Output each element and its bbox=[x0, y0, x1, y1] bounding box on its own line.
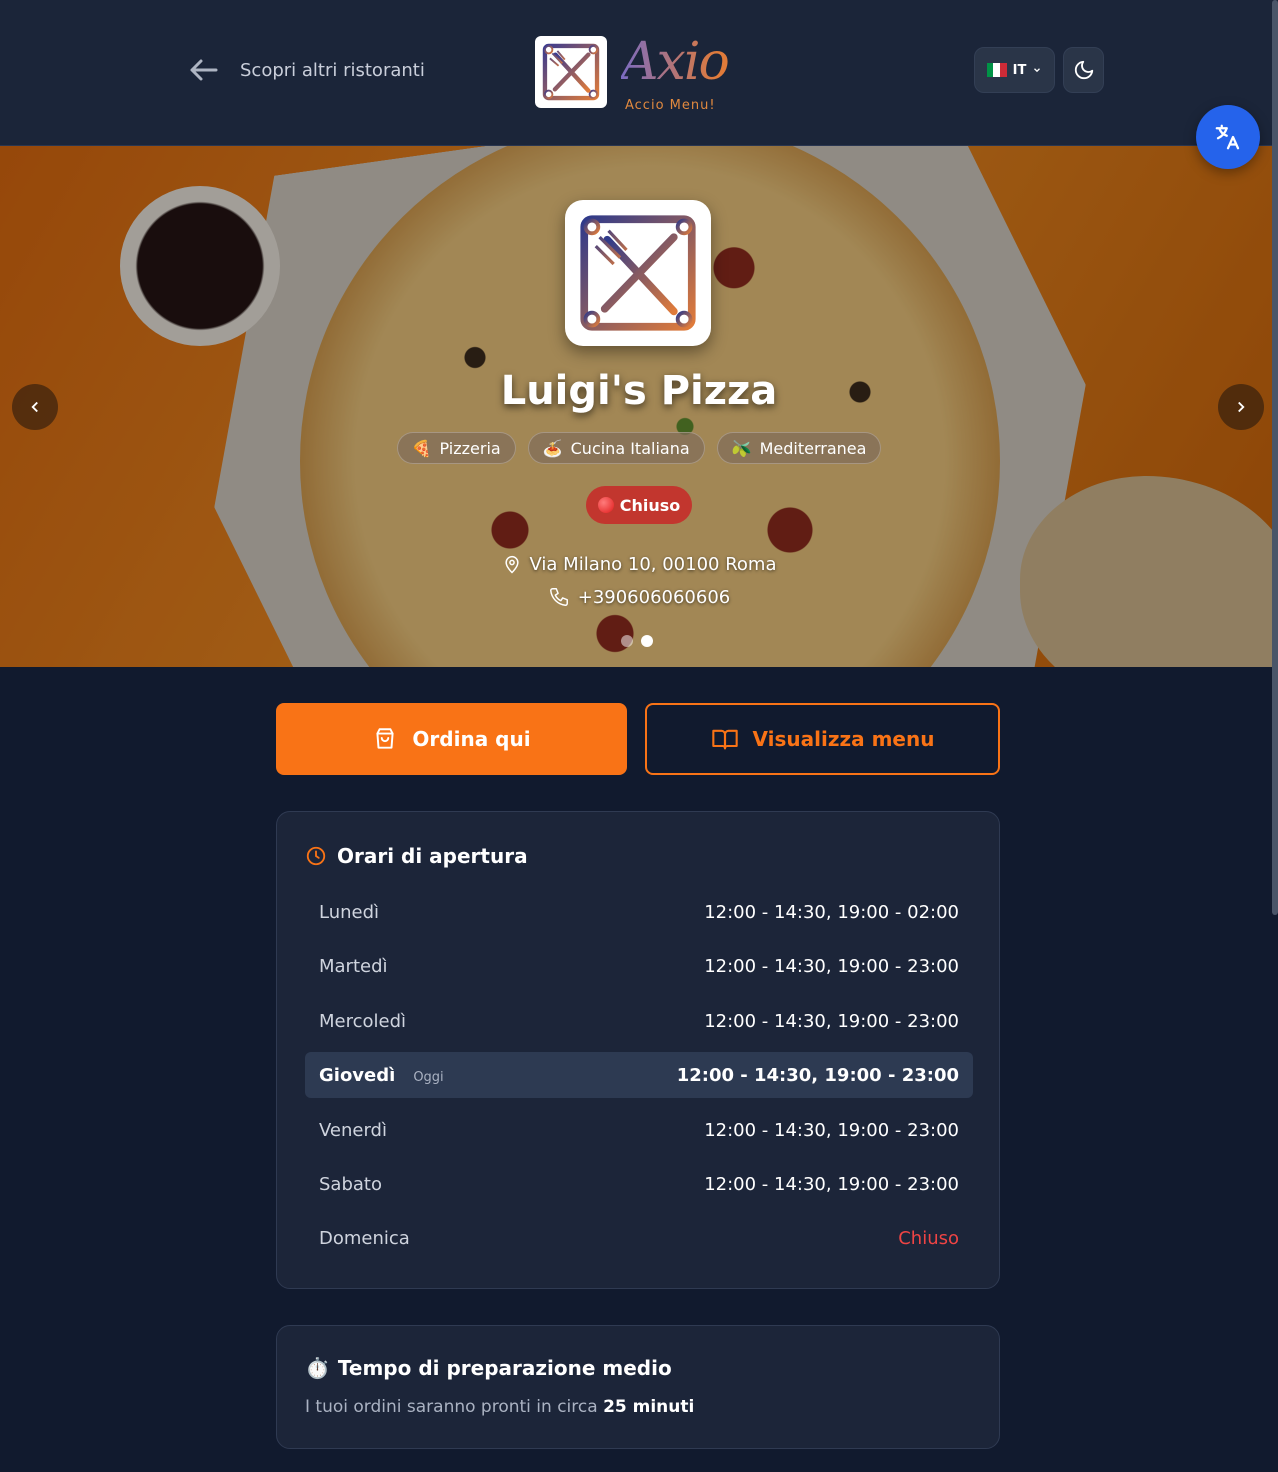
moon-icon bbox=[1074, 60, 1093, 80]
closed-label: Chiuso bbox=[898, 1227, 959, 1249]
translate-button[interactable] bbox=[1196, 105, 1260, 169]
language-code: IT bbox=[1012, 62, 1027, 78]
preparation-time-value: 25 minuti bbox=[603, 1397, 695, 1417]
carousel-indicators bbox=[621, 635, 653, 647]
preparation-time-text: I tuoi ordini saranno pronti in circa 25… bbox=[305, 1397, 695, 1417]
page-scrollbar[interactable] bbox=[1272, 0, 1278, 915]
brand-name: Axio bbox=[621, 32, 730, 92]
phone-icon bbox=[549, 588, 568, 606]
today-label: Oggi bbox=[413, 1069, 444, 1085]
tag-pizzeria: 🍕 Pizzeria bbox=[396, 432, 516, 464]
restaurant-name: Luigi's Pizza bbox=[500, 368, 778, 414]
back-link-label: Scopri altri ristoranti bbox=[240, 59, 425, 81]
hours-row-today: Giovedì Oggi 12:00 - 14:30, 19:00 - 23:0… bbox=[305, 1052, 973, 1098]
carousel-dot-2[interactable] bbox=[641, 635, 653, 647]
brand-tagline: Accio Menu! bbox=[625, 98, 716, 113]
hours-row: Venerdì 12:00 - 14:30, 19:00 - 23:00 bbox=[319, 1119, 959, 1141]
opening-hours-card: Orari di apertura Lunedì 12:00 - 14:30, … bbox=[276, 811, 1000, 1289]
hours-row: Lunedì 12:00 - 14:30, 19:00 - 02:00 bbox=[319, 901, 959, 923]
map-pin-icon bbox=[504, 555, 519, 574]
olive-icon: 🫒 bbox=[731, 438, 752, 458]
hours-row: Martedì 12:00 - 14:30, 19:00 - 23:00 bbox=[319, 955, 959, 977]
stopwatch-icon: ⏱️ bbox=[305, 1356, 330, 1380]
translate-icon bbox=[1215, 124, 1240, 150]
preparation-time-title: ⏱️ Tempo di preparazione medio bbox=[305, 1356, 672, 1380]
italy-flag-icon bbox=[986, 63, 1007, 77]
chevron-down-icon bbox=[1034, 68, 1041, 73]
spaghetti-icon: 🍝 bbox=[542, 438, 563, 458]
restaurant-phone[interactable]: +390606060606 bbox=[0, 586, 1278, 608]
brand-logo-link[interactable]: Axio Accio Menu! bbox=[535, 32, 731, 113]
order-here-button[interactable]: Ordina qui bbox=[276, 703, 627, 775]
view-menu-button[interactable]: Visualizza menu bbox=[645, 703, 1000, 775]
restaurant-address[interactable]: Via Milano 10, 00100 Roma bbox=[0, 554, 1278, 575]
arrow-left-icon bbox=[190, 59, 218, 81]
brand-logo-icon bbox=[535, 36, 607, 108]
red-circle-icon bbox=[597, 497, 614, 513]
carousel-dot-1[interactable] bbox=[621, 635, 633, 647]
book-open-icon bbox=[711, 729, 738, 750]
language-selector[interactable]: IT bbox=[974, 47, 1055, 93]
theme-toggle-button[interactable] bbox=[1063, 47, 1104, 93]
hours-row: Sabato 12:00 - 14:30, 19:00 - 23:00 bbox=[319, 1173, 959, 1195]
opening-hours-title: Orari di apertura bbox=[305, 844, 528, 868]
tag-cucina-italiana: 🍝 Cucina Italiana bbox=[527, 432, 705, 464]
restaurant-logo bbox=[565, 200, 711, 346]
fork-knife-icon bbox=[580, 215, 696, 331]
back-to-restaurants-link[interactable]: Scopri altri ristoranti bbox=[186, 50, 425, 90]
hero-carousel: Luigi's Pizza 🍕 Pizzeria 🍝 Cucina Italia… bbox=[0, 146, 1278, 667]
pizza-icon: 🍕 bbox=[411, 438, 432, 458]
status-badge: Chiuso bbox=[586, 486, 692, 524]
top-header: Scopri altri ristoranti Axio Accio Menu!… bbox=[0, 0, 1278, 146]
hours-row: Domenica Chiuso bbox=[319, 1227, 959, 1249]
preparation-time-card: ⏱️ Tempo di preparazione medio I tuoi or… bbox=[276, 1325, 1000, 1449]
cuisine-tags: 🍕 Pizzeria 🍝 Cucina Italiana 🫒 Mediterra… bbox=[0, 432, 1278, 464]
clock-icon bbox=[306, 846, 326, 866]
shopping-bag-icon bbox=[376, 728, 394, 749]
hours-row: Mercoledì 12:00 - 14:30, 19:00 - 23:00 bbox=[319, 1010, 959, 1032]
tag-mediterranea: 🫒 Mediterranea bbox=[716, 432, 882, 464]
